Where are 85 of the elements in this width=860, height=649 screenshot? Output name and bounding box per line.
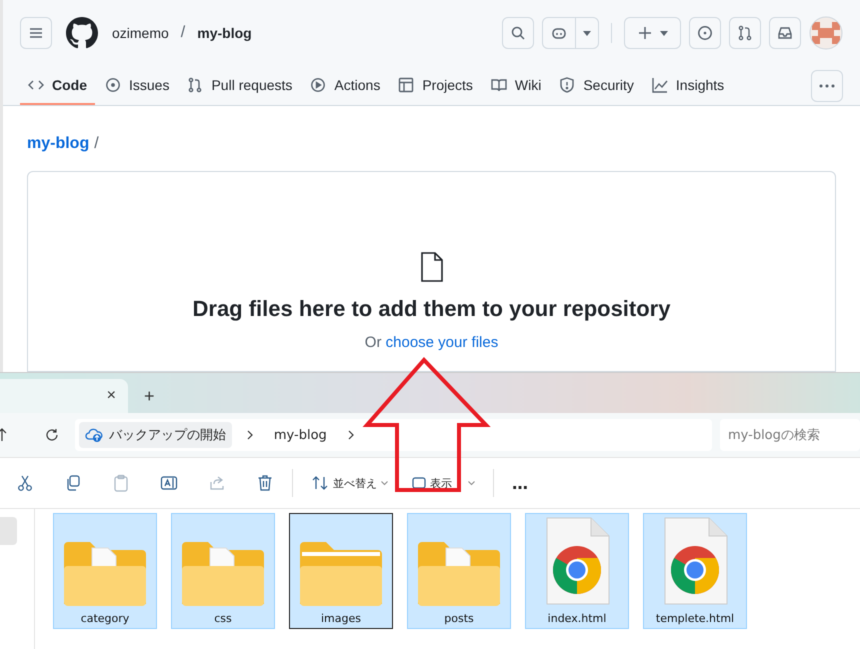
inbox-button[interactable] [769, 17, 801, 49]
search-field[interactable]: my-blogの検索 [720, 419, 860, 451]
file-item[interactable]: category [53, 513, 157, 629]
folder-icon [298, 540, 384, 608]
upload-dropzone[interactable]: Drag files here to add them to your repository Or choose your files [27, 171, 836, 372]
create-button[interactable] [624, 17, 681, 49]
file-item[interactable]: index.html [525, 513, 629, 629]
copilot-button[interactable] [542, 17, 599, 49]
more-button[interactable]: … [512, 474, 528, 492]
cloud-icon [84, 427, 103, 443]
path-separator: / [180, 24, 186, 42]
file-name: css [214, 612, 232, 625]
file-name: posts [444, 612, 474, 625]
refresh-icon[interactable] [44, 428, 59, 442]
view-button[interactable]: 表示 [410, 474, 475, 492]
pull-requests-button[interactable] [729, 17, 761, 49]
pull-request-icon [737, 25, 753, 41]
rename-icon [160, 474, 178, 492]
caret-icon [660, 30, 668, 36]
file-name: index.html [548, 612, 606, 625]
menu-button[interactable] [20, 17, 52, 49]
file-icon [420, 252, 444, 282]
close-tab-button[interactable]: × [104, 387, 118, 405]
more-button[interactable] [811, 70, 843, 102]
file-item[interactable]: images [289, 513, 393, 629]
caret-icon [468, 480, 475, 486]
address-segment[interactable]: my-blog [268, 422, 333, 448]
cut-icon [16, 474, 34, 492]
repo-tab[interactable]: Insights [644, 66, 732, 105]
repo-tab[interactable]: Security [551, 66, 642, 105]
actions-icon [310, 76, 326, 92]
inbox-icon [777, 25, 793, 41]
insights-icon [652, 76, 668, 92]
file-name: category [80, 612, 130, 625]
address-segment[interactable]: バックアップの開始 [78, 422, 232, 448]
breadcrumb-link[interactable]: my-blog [27, 135, 90, 153]
caret-icon [381, 480, 388, 486]
upload-heading: Drag files here to add them to your repository [192, 296, 670, 322]
search-icon [510, 25, 526, 41]
file-item[interactable]: posts [407, 513, 511, 629]
chevron-icon [246, 430, 254, 440]
file-item[interactable]: css [171, 513, 275, 629]
explorer-tab[interactable]: × [0, 379, 128, 413]
owner-link[interactable]: ozimemo [112, 25, 169, 41]
folder-with-document-icon [62, 540, 148, 608]
file-name: templete.html [656, 612, 734, 625]
pulls-icon [187, 76, 204, 92]
share-icon [208, 474, 226, 492]
sort-icon [311, 474, 329, 492]
repo-tab[interactable]: Wiki [482, 66, 550, 105]
choose-files-link[interactable]: choose your files [386, 334, 498, 351]
delete-icon [256, 474, 274, 492]
chevron-icon [346, 430, 355, 440]
path-separator: / [94, 135, 99, 153]
security-icon [559, 76, 576, 92]
plus-icon [638, 26, 652, 40]
repo-tab[interactable]: Pull requests [179, 66, 300, 105]
cut-button[interactable] [16, 474, 34, 492]
new-tab-button[interactable]: + [140, 386, 159, 407]
repo-tab[interactable]: Code [20, 66, 95, 105]
folder-with-document-icon [180, 540, 266, 608]
projects-icon [398, 76, 414, 92]
sort-button[interactable]: 並べ替え [311, 474, 388, 492]
address-bar[interactable]: バックアップの開始 my-blog [74, 419, 712, 451]
caret-icon [583, 30, 591, 36]
repo-tab[interactable]: Actions [302, 66, 388, 105]
rename-button[interactable] [160, 474, 178, 492]
folder-with-document-icon [416, 540, 502, 608]
repo-tab[interactable]: Projects [390, 66, 481, 105]
avatar[interactable] [809, 16, 843, 50]
issue-icon [697, 25, 713, 41]
repo-link[interactable]: my-blog [197, 25, 252, 41]
more-icon [819, 84, 835, 88]
octocat-logo-icon[interactable] [66, 17, 98, 49]
up-arrow-icon[interactable] [0, 428, 7, 442]
issues-icon [105, 76, 121, 92]
upload-prompt: Or [364, 334, 382, 351]
search-button[interactable] [502, 17, 534, 49]
delete-button[interactable] [256, 474, 274, 492]
file-item[interactable]: templete.html [643, 513, 747, 629]
repo-tab[interactable]: Issues [97, 66, 178, 105]
wiki-icon [490, 76, 507, 92]
issues-button[interactable] [689, 17, 721, 49]
paste-icon [112, 474, 130, 492]
file-name: images [321, 612, 361, 625]
